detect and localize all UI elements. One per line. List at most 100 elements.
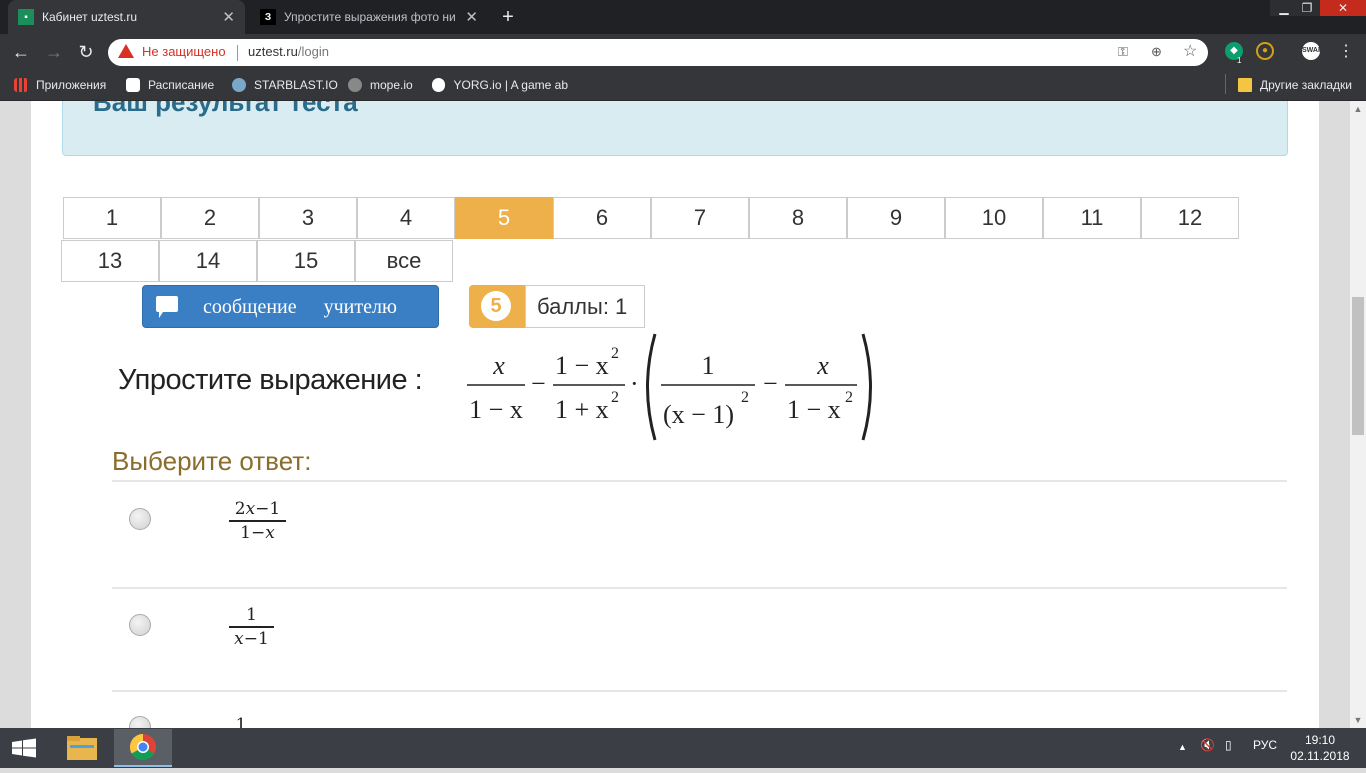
new-tab-button[interactable]: + — [495, 5, 521, 29]
question-link-5[interactable]: 5 — [455, 197, 553, 239]
answer-denominator: 𝑥−1 — [234, 629, 269, 649]
divider — [237, 45, 238, 61]
bookmark-label: YORG.io | A game ab — [453, 78, 568, 92]
question-link-12[interactable]: 12 — [1141, 197, 1239, 239]
close-tab-icon[interactable]: ✕ — [222, 8, 235, 26]
back-icon[interactable]: ← — [9, 40, 33, 64]
tray-chevron-icon[interactable]: ▲ — [1178, 742, 1187, 752]
answer-radio-3[interactable] — [129, 716, 151, 728]
question-link-13[interactable]: 13 — [61, 240, 159, 282]
question-link-8[interactable]: 8 — [749, 197, 847, 239]
left-paren — [646, 333, 657, 441]
reload-icon[interactable]: ↻ — [74, 40, 98, 64]
close-window-button[interactable]: ✕ — [1320, 0, 1366, 16]
other-bookmarks[interactable]: Другие закладки — [1238, 76, 1352, 94]
chrome-taskbar-icon[interactable] — [114, 729, 172, 767]
restore-button[interactable]: ❐ — [1293, 0, 1321, 16]
fraction-3-numerator: 1 — [702, 351, 715, 380]
fraction-1-numerator: x — [492, 351, 505, 380]
scroll-up-icon[interactable]: ▲ — [1350, 101, 1366, 117]
bookmark-apps[interactable]: Приложения — [14, 76, 106, 94]
bookmark-schedule[interactable]: Расписание — [126, 76, 214, 94]
url-text[interactable]: uztest.ru/login — [248, 44, 329, 59]
yorg-icon — [432, 78, 446, 92]
scrollbar-thumb[interactable] — [1352, 297, 1364, 435]
swap-extension-icon[interactable]: SWAP — [1302, 42, 1323, 60]
fraction-2-numerator: 1 − x — [555, 351, 609, 380]
score-label: баллы: 1 — [525, 285, 645, 328]
input-language[interactable]: РУС — [1253, 738, 1277, 752]
bookmark-label: mope.io — [370, 78, 413, 92]
power-icon[interactable]: ▯ — [1225, 738, 1232, 752]
security-label[interactable]: Не защищено — [142, 44, 226, 59]
file-explorer-icon[interactable] — [60, 730, 104, 766]
question-text: Упростите выражение : x 1 − x − 1 − x 2 … — [118, 330, 898, 445]
question-link-11[interactable]: 11 — [1043, 197, 1141, 239]
question-label: Упростите выражение : — [118, 364, 423, 396]
taskbar — [0, 728, 1366, 768]
answer-option-1[interactable]: 2𝑥−1 1−𝑥 — [229, 498, 286, 544]
tab-uztest[interactable]: ▪ Кабинет uztest.ru ✕ — [8, 0, 245, 34]
forward-icon[interactable]: → — [42, 40, 66, 64]
exponent: 2 — [611, 389, 619, 406]
star-icon[interactable]: ☆ — [1183, 41, 1197, 61]
mope-icon — [348, 78, 362, 92]
volume-muted-icon[interactable]: 🔇 — [1200, 738, 1215, 752]
banner-title: Ваш результат теста — [93, 101, 358, 117]
question-link-9[interactable]: 9 — [847, 197, 945, 239]
clock-date: 02.11.2018 — [1290, 749, 1350, 763]
bookmark-label: Другие закладки — [1260, 78, 1352, 92]
question-link-7[interactable]: 7 — [651, 197, 749, 239]
exponent: 2 — [741, 389, 749, 406]
answer-radio-1[interactable] — [129, 508, 151, 530]
answer-option-2[interactable]: 1 𝑥−1 — [229, 604, 274, 650]
question-number: 5 — [481, 291, 511, 321]
question-link-10[interactable]: 10 — [945, 197, 1043, 239]
answer-radio-2[interactable] — [129, 614, 151, 636]
tab-znanija[interactable]: З Упростите выражения фото ни ✕ — [250, 0, 488, 34]
coin-extension-icon[interactable]: ● — [1256, 42, 1274, 60]
comment-icon — [156, 296, 178, 318]
extension-badge: 1 — [1237, 56, 1242, 65]
answer-clip: 1 — [0, 700, 1350, 728]
bookmark-label: Приложения — [36, 78, 107, 92]
system-clock[interactable]: 19:10 02.11.2018 — [1285, 732, 1355, 764]
result-banner: Ваш результат теста — [62, 101, 1288, 156]
key-icon[interactable]: ⚿ — [1118, 44, 1128, 60]
windows-start-icon[interactable] — [0, 728, 48, 768]
exponent: 2 — [845, 389, 853, 406]
uztest-favicon: ▪ — [18, 9, 34, 25]
calendar-icon — [126, 78, 140, 92]
question-link-3[interactable]: 3 — [259, 197, 357, 239]
question-link-6[interactable]: 6 — [553, 197, 651, 239]
zoom-icon[interactable]: ⊕ — [1151, 44, 1162, 60]
fraction-4-denominator: 1 − x — [787, 395, 841, 424]
bookmark-mope[interactable]: mope.io — [348, 76, 413, 94]
url-host: uztest.ru — [248, 44, 298, 59]
message-teacher-button[interactable]: сообщение учителю — [142, 285, 439, 328]
question-link-1[interactable]: 1 — [63, 197, 161, 239]
answer-option-3[interactable]: 1 — [229, 714, 253, 728]
right-paren — [861, 333, 872, 441]
bookmark-label: STARBLAST.IO — [254, 78, 338, 92]
bookmark-yorg[interactable]: YORG.io | A game ab — [432, 76, 568, 94]
question-link-14[interactable]: 14 — [159, 240, 257, 282]
clock-time: 19:10 — [1304, 733, 1336, 747]
menu-icon[interactable]: ⋮ — [1338, 41, 1354, 61]
question-link-4[interactable]: 4 — [357, 197, 455, 239]
answer-heading: Выберите ответ: — [112, 446, 312, 476]
fraction-3-denominator: (x − 1) — [663, 400, 734, 429]
answer-denominator: 1−𝑥 — [240, 523, 275, 543]
close-tab-icon[interactable]: ✕ — [465, 8, 478, 26]
question-link-15[interactable]: 15 — [257, 240, 355, 282]
apps-grid-icon — [14, 78, 28, 92]
divider — [112, 480, 1287, 482]
tab-title: Кабинет uztest.ru — [42, 10, 137, 24]
bookmark-starblast[interactable]: STARBLAST.IO — [232, 76, 338, 94]
scroll-down-icon[interactable]: ▼ — [1350, 712, 1366, 728]
question-link-2[interactable]: 2 — [161, 197, 259, 239]
znanija-favicon: З — [260, 9, 276, 25]
folder-icon — [1238, 78, 1252, 92]
question-link-all[interactable]: все — [355, 240, 453, 282]
answer-numerator: 1 — [246, 605, 257, 625]
